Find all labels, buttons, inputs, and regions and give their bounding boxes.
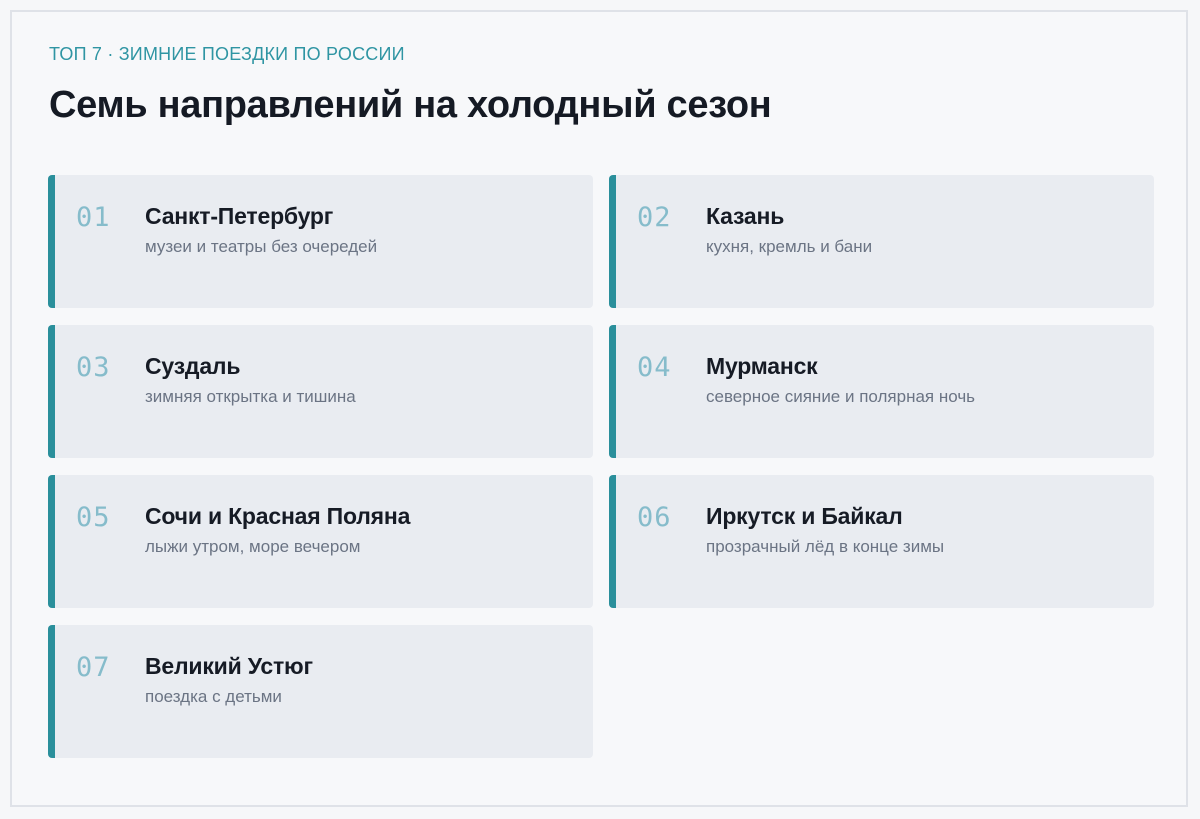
destination-number: 03 [76, 352, 111, 383]
destination-description: зимняя открытка и тишина [145, 387, 356, 406]
destination-card[interactable]: 03 Суздаль зимняя открытка и тишина [48, 325, 593, 458]
destination-card[interactable]: 01 Санкт-Петербург музеи и театры без оч… [48, 175, 593, 308]
destination-number: 05 [76, 502, 111, 533]
eyebrow-label: ТОП 7 · ЗИМНИЕ ПОЕЗДКИ ПО РОССИИ [49, 44, 405, 64]
destination-description: кухня, кремль и бани [706, 237, 873, 256]
destination-card[interactable]: 05 Сочи и Красная Поляна лыжи утром, мор… [48, 475, 593, 608]
destination-description: северное сияние и полярная ночь [706, 387, 976, 406]
destination-card[interactable]: 02 Казань кухня, кремль и бани [609, 175, 1154, 308]
destination-description: лыжи утром, море вечером [145, 537, 361, 556]
destination-number: 02 [637, 202, 672, 233]
destination-card[interactable]: 07 Великий Устюг поездка с детьми [48, 625, 593, 758]
destination-name: Казань [706, 203, 785, 229]
destination-number: 06 [637, 502, 672, 533]
destination-card[interactable]: 06 Иркутск и Байкал прозрачный лёд в кон… [609, 475, 1154, 608]
destination-description: прозрачный лёд в конце зимы [706, 537, 945, 556]
destination-name: Сочи и Красная Поляна [145, 503, 411, 529]
page-title: Семь направлений на холодный сезон [49, 84, 772, 126]
page-frame: ТОП 7 · ЗИМНИЕ ПОЕЗДКИ ПО РОССИИ Семь на… [10, 10, 1188, 807]
destination-name: Суздаль [145, 353, 241, 379]
destination-name: Великий Устюг [145, 653, 313, 679]
destination-number: 01 [76, 202, 111, 233]
destination-number: 04 [637, 352, 672, 383]
destination-description: музеи и театры без очередей [145, 237, 378, 256]
destinations-grid: 01 Санкт-Петербург музеи и театры без оч… [48, 175, 1154, 758]
destination-description: поездка с детьми [145, 687, 282, 706]
destination-name: Санкт-Петербург [145, 203, 334, 229]
destination-card[interactable]: 04 Мурманск северное сияние и полярная н… [609, 325, 1154, 458]
destination-name: Мурманск [706, 353, 818, 379]
destination-number: 07 [76, 652, 111, 683]
destination-name: Иркутск и Байкал [706, 503, 903, 529]
